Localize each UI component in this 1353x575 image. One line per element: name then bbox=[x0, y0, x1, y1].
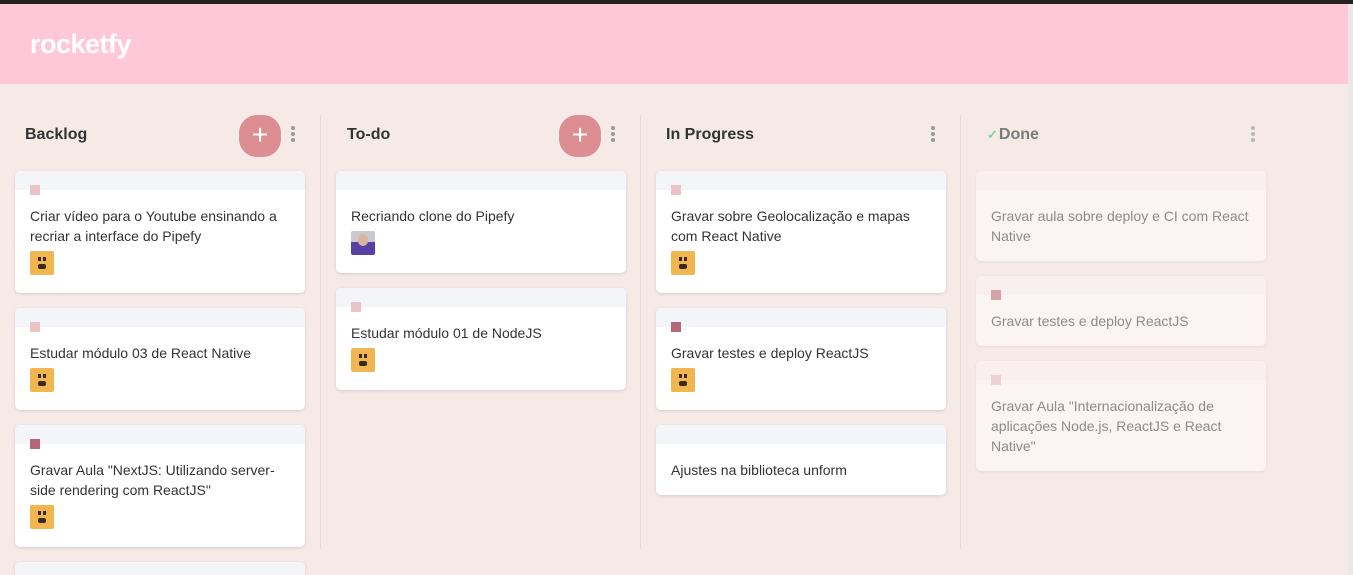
card-content: Gravar testes e deploy ReactJS bbox=[671, 345, 869, 361]
card[interactable] bbox=[15, 562, 305, 575]
photo-avatar bbox=[351, 231, 375, 255]
card-header bbox=[336, 288, 626, 312]
list-todo: To-do + Recriando clone do Pipefy Estuda… bbox=[336, 115, 641, 549]
list-backlog: Backlog + Criar vídeo para o Youtube ens… bbox=[15, 115, 321, 575]
card[interactable]: Estudar módulo 03 de React Native bbox=[15, 308, 305, 410]
card-header bbox=[656, 171, 946, 195]
yellow-avatar bbox=[30, 368, 54, 392]
card-header bbox=[15, 425, 305, 449]
list-title: To-do bbox=[347, 126, 391, 143]
yellow-avatar bbox=[351, 348, 375, 372]
card-content: Gravar Aula "Internacionalização de apli… bbox=[991, 398, 1222, 454]
more-options-icon[interactable] bbox=[611, 126, 615, 142]
card-content: Recriando clone do Pipefy bbox=[351, 208, 515, 224]
card-header bbox=[976, 361, 1266, 385]
page-scrollbar[interactable] bbox=[1348, 4, 1353, 575]
card-label bbox=[671, 322, 681, 332]
card-header bbox=[15, 308, 305, 332]
card-header bbox=[15, 562, 305, 575]
app-header: rocketfy bbox=[0, 4, 1348, 84]
card[interactable]: Gravar aula sobre deploy e CI com React … bbox=[976, 171, 1266, 261]
yellow-avatar bbox=[30, 251, 54, 275]
more-options-icon[interactable] bbox=[931, 126, 935, 142]
card[interactable]: Ajustes na biblioteca unform bbox=[656, 425, 946, 495]
list-title-text: Done bbox=[998, 126, 1039, 143]
more-options-icon[interactable] bbox=[1251, 126, 1255, 142]
more-options-icon[interactable] bbox=[291, 126, 295, 142]
app-logo: rocketfy bbox=[30, 29, 132, 59]
card-label bbox=[30, 322, 40, 332]
card-content: Gravar sobre Geolocalização e mapas com … bbox=[671, 208, 910, 244]
card-label bbox=[30, 439, 40, 449]
card[interactable]: Gravar Aula "NextJS: Utilizando server-s… bbox=[15, 425, 305, 547]
card[interactable]: Gravar sobre Geolocalização e mapas com … bbox=[656, 171, 946, 293]
yellow-avatar bbox=[671, 251, 695, 275]
check-icon: ✓ bbox=[987, 127, 998, 142]
card-header bbox=[336, 171, 626, 190]
card-content: Gravar testes e deploy ReactJS bbox=[991, 313, 1189, 329]
card-header bbox=[15, 171, 305, 195]
card-label bbox=[351, 302, 361, 312]
list-title: ✓Done bbox=[987, 126, 1039, 144]
list-title: In Progress bbox=[666, 126, 755, 143]
card-header bbox=[976, 276, 1266, 300]
card-content: Gravar Aula "NextJS: Utilizando server-s… bbox=[30, 462, 275, 498]
card[interactable]: Gravar testes e deploy ReactJS bbox=[656, 308, 946, 410]
card-header bbox=[656, 308, 946, 332]
card[interactable]: Recriando clone do Pipefy bbox=[336, 171, 626, 273]
card-header bbox=[656, 425, 946, 444]
list-in-progress: In Progress Gravar sobre Geolocalização … bbox=[656, 115, 961, 549]
card-label bbox=[991, 375, 1001, 385]
card[interactable]: Gravar Aula "Internacionalização de apli… bbox=[976, 361, 1266, 471]
card[interactable]: Gravar testes e deploy ReactJS bbox=[976, 276, 1266, 346]
card[interactable]: Criar vídeo para o Youtube ensinando a r… bbox=[15, 171, 305, 293]
card-label bbox=[30, 185, 40, 195]
list-title: Backlog bbox=[25, 126, 88, 143]
card-content: Estudar módulo 03 de React Native bbox=[30, 345, 252, 361]
add-card-button[interactable]: + bbox=[239, 115, 281, 157]
yellow-avatar bbox=[30, 505, 54, 529]
card-header bbox=[976, 171, 1266, 190]
card[interactable]: Estudar módulo 01 de NodeJS bbox=[336, 288, 626, 390]
card-content: Criar vídeo para o Youtube ensinando a r… bbox=[30, 208, 277, 244]
card-label bbox=[671, 185, 681, 195]
card-content: Ajustes na biblioteca unform bbox=[671, 462, 847, 478]
card-content: Gravar aula sobre deploy e CI com React … bbox=[991, 208, 1249, 244]
card-label bbox=[991, 290, 1001, 300]
card-content: Estudar módulo 01 de NodeJS bbox=[351, 325, 542, 341]
list-done: ✓Done Gravar aula sobre deploy e CI com … bbox=[976, 115, 1281, 549]
add-card-button[interactable]: + bbox=[559, 115, 601, 157]
yellow-avatar bbox=[671, 368, 695, 392]
